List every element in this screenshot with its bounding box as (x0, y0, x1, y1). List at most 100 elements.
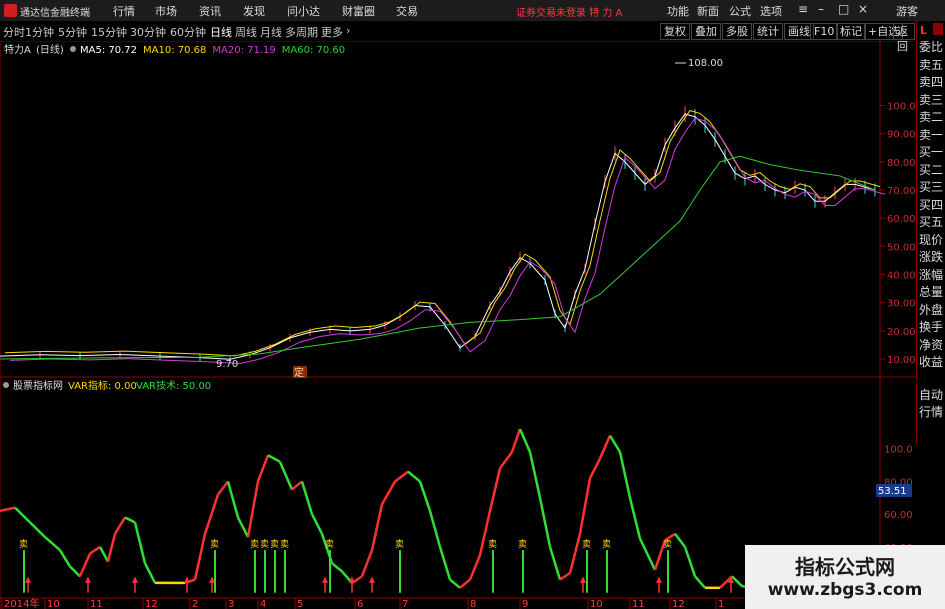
watermark-title: 指标公式网 (795, 555, 895, 579)
tool-fuquan[interactable]: 复权 (660, 23, 690, 40)
indicator-segment (133, 522, 147, 564)
time-axis-label: 12 (672, 599, 685, 609)
buy-arrow-head (580, 576, 586, 583)
indicator-segment (598, 435, 612, 460)
sell-signal-label: 卖 (210, 539, 219, 550)
time-axis-label: 11 (90, 599, 103, 609)
panel-flag-icon[interactable] (933, 23, 943, 35)
indicator-tick-label: 60.00 (884, 510, 913, 521)
ma-line-ma5 (0, 113, 876, 360)
indicator-segment (106, 533, 117, 562)
guest-label[interactable]: 游客 (896, 3, 918, 19)
indicator-segment (510, 428, 522, 453)
indicator-segment (428, 510, 442, 548)
menu-shichang[interactable]: 市场 (155, 3, 177, 19)
indicator-segment (638, 538, 657, 571)
buy-arrow-head (25, 576, 31, 583)
indicator-segment (124, 516, 136, 524)
side-item-2[interactable]: 卖四 (919, 73, 945, 90)
minimize-icon[interactable]: – (818, 2, 824, 16)
toolbar-xinmian[interactable]: 新面 (697, 3, 719, 19)
period-day[interactable]: 日线 (210, 24, 232, 40)
period-multi[interactable]: 多周期 (285, 24, 318, 40)
indicator-segment (143, 562, 157, 584)
side-item-13[interactable]: 涨幅 (919, 266, 945, 283)
period-5min[interactable]: 5分钟 (58, 24, 87, 40)
side-item-10[interactable]: 买五 (919, 213, 945, 230)
indicator-segment (674, 533, 686, 548)
ma-legend-ma20: MA20: 71.19 (212, 45, 275, 56)
tool-fanhui[interactable]: 返回 (893, 23, 915, 53)
toolbar-gongneng[interactable]: 功能 (667, 3, 689, 19)
menu-faxian[interactable]: 发现 (243, 3, 265, 19)
toolbar-gongshi[interactable]: 公式 (729, 3, 751, 19)
max-price-label: 108.00 (688, 58, 723, 69)
indicator-segment (380, 480, 397, 505)
period-60min[interactable]: 60分钟 (170, 24, 206, 40)
period-more[interactable]: 更多 (321, 24, 343, 40)
side-item-4[interactable]: 卖二 (919, 108, 945, 125)
sell-signal-label: 卖 (19, 539, 28, 550)
indicator-segment (58, 549, 72, 568)
tool-tongji[interactable]: 统计 (753, 23, 783, 40)
login-notice[interactable]: 证券交易未登录 特 力 A (516, 4, 622, 19)
side-item-3[interactable]: 卖三 (919, 91, 945, 108)
period-30min[interactable]: 30分钟 (130, 24, 166, 40)
close-icon[interactable]: × (858, 2, 868, 16)
period-15min[interactable]: 15分钟 (91, 24, 127, 40)
side-item-8[interactable]: 买三 (919, 178, 945, 195)
indicator-segment (226, 481, 240, 518)
side-item-1[interactable]: 卖五 (919, 56, 945, 73)
menu-wenxiaoda[interactable]: 问小达 (287, 3, 320, 19)
indicator-side-panel: 自动 行情 (916, 383, 945, 443)
settings-dot-icon[interactable] (70, 46, 76, 52)
side-item-17[interactable]: 净资 (919, 336, 945, 353)
chevron-right-icon[interactable]: › (346, 24, 350, 37)
side-item-0[interactable]: 委比 (919, 38, 945, 55)
indicator-lines (0, 428, 876, 590)
indicator-settings-icon[interactable] (3, 382, 9, 388)
period-week[interactable]: 周线 (235, 24, 257, 40)
tool-biaoji[interactable]: 标记 (836, 23, 866, 40)
indicator-segment (608, 434, 622, 453)
period-fenshi[interactable]: 分时 (3, 24, 25, 40)
sell-signal-label: 卖 (325, 539, 334, 550)
side-item-18[interactable]: 收益 (919, 353, 945, 370)
indicator-segment (44, 536, 61, 552)
menu-hangqing[interactable]: 行情 (113, 3, 135, 19)
indicator-segment (29, 521, 46, 538)
indicator-segment (628, 497, 642, 540)
price-axis: 100.0 90.00 80.00 70.00 60.00 50.00 40.00 30.00… (880, 102, 916, 366)
stock-chart[interactable]: 特力A (日线) MA5: 70.72 MA10: 70.68 MA20: 71.1… (0, 41, 916, 609)
sell-signal-label: 卖 (488, 539, 497, 550)
side-item-12[interactable]: 涨跌 (919, 248, 945, 265)
period-1min[interactable]: 1分钟 (25, 24, 54, 40)
side-hangqing[interactable]: 行情 (919, 403, 945, 420)
indicator-segment (568, 533, 582, 574)
side-item-11[interactable]: 现价 (919, 231, 945, 248)
side-item-9[interactable]: 买四 (919, 196, 945, 213)
current-value: 53.51 (878, 486, 907, 497)
side-item-16[interactable]: 换手 (919, 318, 945, 335)
menu-zixun[interactable]: 资讯 (199, 3, 221, 19)
time-axis-label: 3 (228, 599, 234, 609)
menu-jiaoyi[interactable]: 交易 (396, 3, 418, 19)
side-auto[interactable]: 自动 (919, 386, 945, 403)
tool-f10[interactable]: F10 (810, 23, 839, 40)
period-month[interactable]: 月线 (260, 24, 282, 40)
side-item-6[interactable]: 买一 (919, 143, 945, 160)
menu-icon[interactable]: ≡ (798, 2, 808, 16)
tool-diejia[interactable]: 叠加 (691, 23, 721, 40)
marker-label: 定 (294, 366, 304, 379)
menu-caifuquan[interactable]: 财富圈 (342, 3, 375, 19)
toolbar-xuanxiang[interactable]: 选项 (760, 3, 782, 19)
sell-signal-label: 卖 (582, 539, 591, 550)
side-item-5[interactable]: 卖一 (919, 126, 945, 143)
time-axis-label: 6 (357, 599, 363, 609)
side-item-7[interactable]: 买二 (919, 161, 945, 178)
price-tick-label: 80.00 (887, 158, 916, 169)
side-item-14[interactable]: 总量 (919, 283, 945, 300)
maximize-icon[interactable]: □ (838, 2, 849, 16)
side-item-15[interactable]: 外盘 (919, 301, 945, 318)
tool-duogu[interactable]: 多股 (722, 23, 752, 40)
